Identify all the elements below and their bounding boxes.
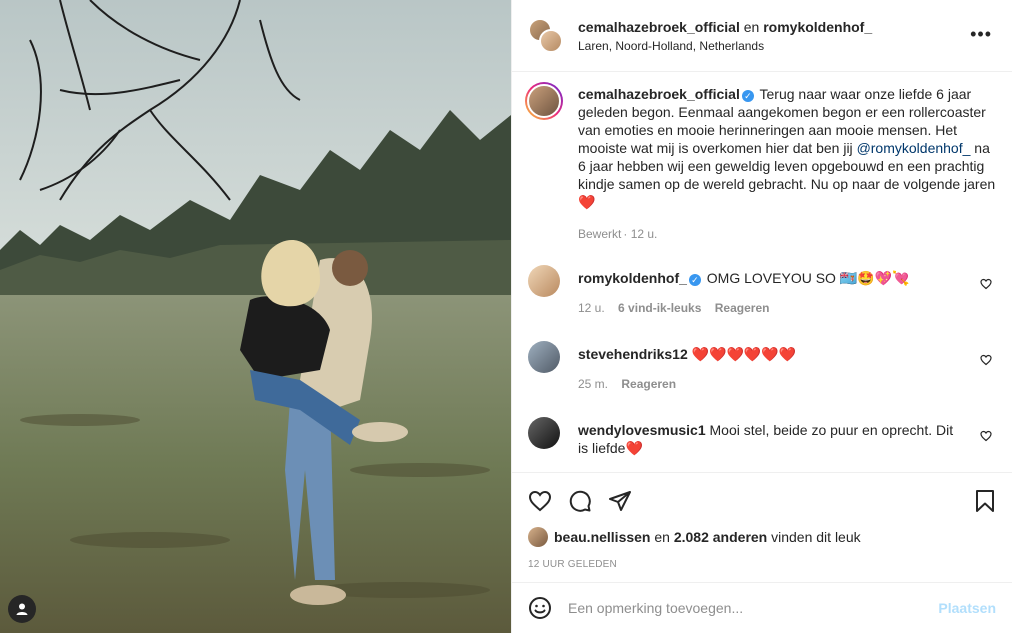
comment-meta: 25 m. Reageren [578,375,966,393]
header-conjunction: en [743,18,760,35]
like-comment-heart-icon[interactable] [980,353,992,369]
likes-first-user[interactable]: beau.nellissen [554,529,650,545]
caption-mention[interactable]: @romykoldenhof_ [857,140,971,156]
comment-time[interactable]: 12 u. [578,301,605,315]
more-horizontal-icon[interactable]: ••• [970,24,992,45]
location-link[interactable]: Laren, Noord-Holland, Netherlands [578,39,872,53]
comment-text: ❤️❤️❤️❤️❤️❤️ [691,346,797,362]
post-comment-button[interactable]: Plaatsen [938,600,996,616]
post-timestamp[interactable]: 12 uur geleden [528,559,996,570]
reply-button[interactable]: Reageren [621,377,676,391]
comment-text: OMG LOVEYOU SO 🇫🇯🤩💖💘 [706,270,910,286]
like-heart-icon[interactable] [528,489,552,513]
avatar[interactable] [528,341,560,373]
caption-meta: Bewerkt · 12 u. [578,227,658,241]
header-text: cemalhazebroek_official en romykoldenhof… [578,19,872,53]
likes-conjunction: en [654,529,670,545]
comment-item: wendylovesmusic1 Mooi stel, beide zo puu… [528,417,996,457]
like-comment-heart-icon[interactable] [980,277,992,293]
caption: cemalhazebroek_official ✓ Terug naar waar… [525,82,996,243]
header-username-1[interactable]: cemalhazebroek_official [578,19,740,35]
bookmark-icon[interactable] [974,489,996,513]
emoji-smiley-icon[interactable] [528,596,552,620]
post-details-panel: cemalhazebroek_official en romykoldenhof… [511,0,1012,633]
edited-label: Bewerkt [578,227,622,241]
comment-item: romykoldenhof_ ✓ OMG LOVEYOU SO 🇫🇯🤩💖💘 12 … [528,265,996,317]
comment-bubble-icon[interactable] [568,489,592,513]
share-paper-plane-icon[interactable] [608,489,632,513]
action-bar [528,481,996,521]
comment-meta: 12 u. 6 vind-ik-leuks Reageren [578,299,966,317]
header-username-2[interactable]: romykoldenhof_ [763,19,872,35]
likes-suffix: vinden dit leuk [771,529,861,545]
reply-button[interactable]: Reageren [715,301,770,315]
person-tag-icon[interactable] [8,595,36,623]
caption-username[interactable]: cemalhazebroek_official [578,86,740,102]
avatar [539,28,563,53]
comment-time[interactable]: 25 m. [578,377,608,391]
comment-username[interactable]: romykoldenhof_ [578,270,687,286]
avatar[interactable] [528,527,548,547]
post-photo[interactable] [0,0,511,633]
likes-count[interactable]: 2.082 anderen [674,529,767,545]
like-comment-heart-icon[interactable] [980,429,992,445]
comments-list[interactable]: cemalhazebroek_official ✓ Terug naar waar… [512,72,1012,472]
verified-badge-icon: ✓ [741,90,754,102]
caption-time[interactable]: 12 u. [631,227,658,241]
comment-likes-link[interactable]: 6 vind-ik-leuks [618,301,701,315]
comment-username[interactable]: wendylovesmusic1 [578,422,706,438]
comment-input[interactable] [568,600,939,616]
post-header: cemalhazebroek_official en romykoldenhof… [512,0,1012,72]
avatar[interactable] [528,417,560,449]
verified-badge-icon: ✓ [688,274,701,286]
avatar[interactable] [525,82,563,120]
collab-avatars[interactable] [528,17,564,54]
comment-username[interactable]: stevehendriks12 [578,346,688,362]
add-comment-bar: Plaatsen [512,582,1012,633]
post-image [0,0,511,633]
comment-item: stevehendriks12 ❤️❤️❤️❤️❤️❤️ 25 m. Reage… [528,341,996,393]
post-actions: beau.nellissen en 2.082 anderen vinden d… [512,472,1012,582]
likes-summary[interactable]: beau.nellissen en 2.082 anderen vinden d… [528,527,996,547]
avatar[interactable] [528,265,560,297]
